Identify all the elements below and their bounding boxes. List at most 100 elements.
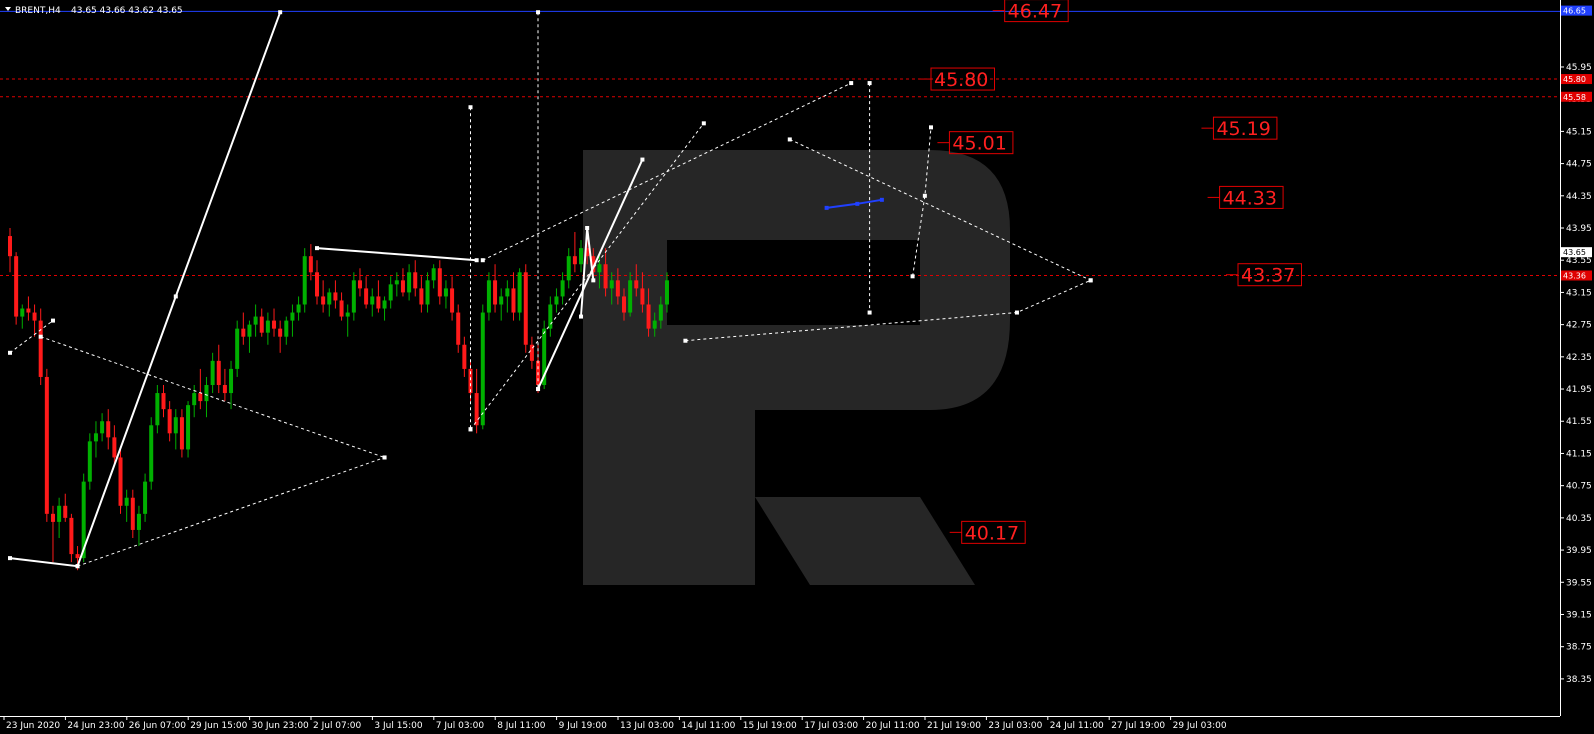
candle-body	[622, 296, 626, 313]
price-tick-label: 40.35	[1566, 514, 1592, 524]
channel-upper-node	[480, 258, 485, 263]
candle-body	[376, 296, 381, 309]
channel-lower-node	[701, 121, 706, 126]
candle-body	[87, 441, 92, 482]
candle-body	[474, 393, 479, 426]
candle-body	[652, 320, 657, 329]
candle-body	[124, 497, 129, 506]
candle-body	[566, 256, 571, 281]
price-tag-text: 45.58	[1563, 93, 1586, 102]
candle-body	[210, 360, 215, 386]
candle-body	[560, 280, 565, 297]
price-tick-label: 43.95	[1566, 224, 1592, 234]
candle-body	[63, 505, 68, 518]
candle-body	[259, 316, 264, 333]
wedge-left-entry-node	[8, 350, 12, 355]
right-triangle-upper-node	[1088, 278, 1093, 283]
price-tick-label: 39.55	[1566, 578, 1592, 588]
candle-body	[370, 296, 375, 305]
candle-body	[511, 288, 516, 313]
price-tick-label: 42.35	[1566, 353, 1592, 363]
candle-body	[327, 292, 332, 305]
candle-body	[658, 304, 663, 321]
time-tick-label: 27 Jul 19:00	[1111, 721, 1165, 731]
level-label-text: 40.17	[965, 522, 1019, 544]
price-tag-text: 46.65	[1563, 7, 1586, 16]
forecast-path-node	[910, 274, 915, 279]
candle-body	[431, 268, 436, 281]
candle-body	[308, 256, 313, 273]
level-label-text: 45.01	[952, 133, 1006, 155]
level-label-text: 46.47	[1008, 1, 1062, 23]
candle-body	[400, 280, 405, 293]
candle-body	[437, 268, 442, 297]
candle-body	[609, 280, 614, 289]
time-tick-label: 29 Jun 15:00	[190, 721, 247, 731]
candle	[87, 433, 92, 490]
price-tick-label: 44.35	[1566, 192, 1592, 202]
candle-body	[241, 328, 246, 337]
candle-body	[364, 288, 369, 305]
candle-body	[505, 288, 510, 297]
candle	[186, 401, 191, 458]
candle-body	[523, 272, 528, 345]
candle	[149, 417, 154, 490]
candle-body	[579, 248, 584, 265]
channel-upper-node	[849, 81, 854, 86]
candle	[235, 320, 240, 377]
time-tick-label: 3 Jul 15:00	[374, 721, 423, 731]
candle-body	[456, 312, 461, 345]
candle-body	[14, 256, 19, 317]
time-tick-label: 20 Jul 11:00	[866, 721, 920, 731]
candle	[480, 304, 485, 430]
candle-body	[222, 385, 227, 394]
candle-body	[382, 300, 387, 309]
price-tag-text: 43.36	[1563, 272, 1586, 281]
price-tick-label: 41.55	[1566, 417, 1592, 427]
candle-body	[57, 505, 62, 522]
candle-body	[486, 280, 491, 313]
price-tick-label: 45.95	[1566, 63, 1592, 73]
channel-lower-node	[468, 427, 473, 432]
candle	[44, 368, 49, 522]
triangle-bottom-left-node	[382, 455, 387, 460]
small-pivot-node	[585, 226, 590, 231]
level-label-text: 45.19	[1216, 118, 1270, 140]
candle-body	[296, 304, 301, 313]
candle-body	[388, 284, 393, 301]
time-tick-label: 9 Jul 19:00	[559, 721, 608, 731]
candle-body	[32, 312, 37, 321]
price-tag: 45.80	[1561, 74, 1592, 85]
blue-segment-node	[824, 205, 829, 210]
time-tick-label: 14 Jul 11:00	[681, 721, 735, 731]
wave-line-1-node	[278, 10, 283, 15]
candle-body	[216, 360, 221, 386]
candle-body	[38, 320, 43, 377]
price-tag: 43.65	[1561, 247, 1592, 258]
price-tick-label: 41.95	[1566, 385, 1592, 395]
price-tick-label: 44.75	[1566, 160, 1592, 170]
candle-body	[253, 316, 258, 325]
candle-body	[44, 376, 49, 514]
triangle-top-left-node	[38, 334, 43, 339]
candle-body	[284, 320, 289, 337]
candle-body	[149, 425, 154, 482]
candle-body	[247, 324, 252, 337]
time-tick-label: 24 Jun 23:00	[67, 721, 124, 731]
candle-body	[480, 312, 485, 426]
candle-body	[640, 288, 645, 305]
small-pivot-node	[591, 278, 596, 283]
time-tick-label: 8 Jul 11:00	[497, 721, 546, 731]
candle	[523, 264, 528, 353]
candle-body	[357, 280, 362, 289]
drop-projection-node	[468, 105, 473, 110]
candle-body	[499, 296, 504, 305]
candle-body	[167, 409, 172, 434]
chart-header[interactable]: BRENT,H4 43.65 43.66 43.62 43.65	[5, 6, 183, 16]
candle-body	[290, 312, 295, 321]
candle	[118, 449, 123, 514]
candle-body	[597, 264, 602, 273]
candle-body	[345, 312, 350, 317]
candle-body	[394, 280, 399, 285]
time-tick-label: 15 Jul 19:00	[743, 721, 797, 731]
